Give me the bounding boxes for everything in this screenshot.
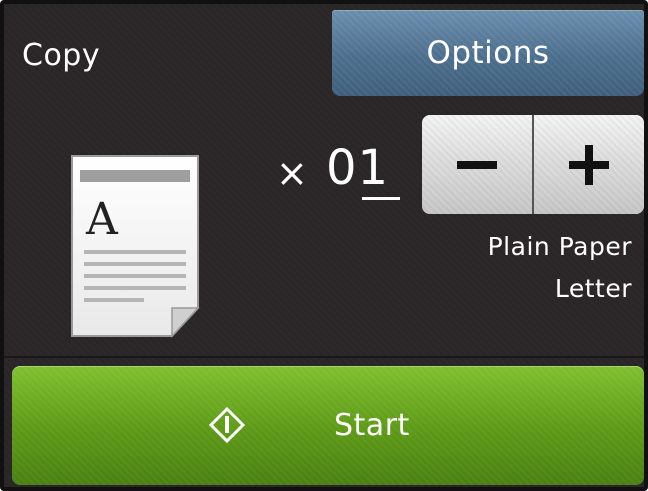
copies-stepper (422, 115, 644, 214)
paper-size-label: Letter (554, 274, 632, 303)
page-title: Copy (22, 38, 101, 73)
options-button[interactable]: Options (332, 10, 644, 96)
document-letter: A (85, 194, 119, 245)
header-bar: Copy Options (4, 4, 644, 104)
copies-count: 01 (326, 140, 390, 196)
divider (4, 356, 644, 358)
decrease-copies-button[interactable] (422, 115, 532, 214)
minus-icon (457, 160, 497, 169)
start-button[interactable]: Start (12, 366, 644, 485)
document-preview-icon: A (71, 155, 200, 338)
plus-icon (569, 144, 609, 185)
start-diamond-icon (208, 406, 246, 444)
copy-screen: Copy Options A × 01 Plain Paper Letter S… (0, 0, 648, 491)
copies-multiplier: × (276, 151, 308, 195)
start-label: Start (334, 408, 410, 443)
copies-cursor (362, 197, 400, 200)
increase-copies-button[interactable] (532, 115, 644, 214)
paper-type-label: Plain Paper (487, 232, 632, 261)
